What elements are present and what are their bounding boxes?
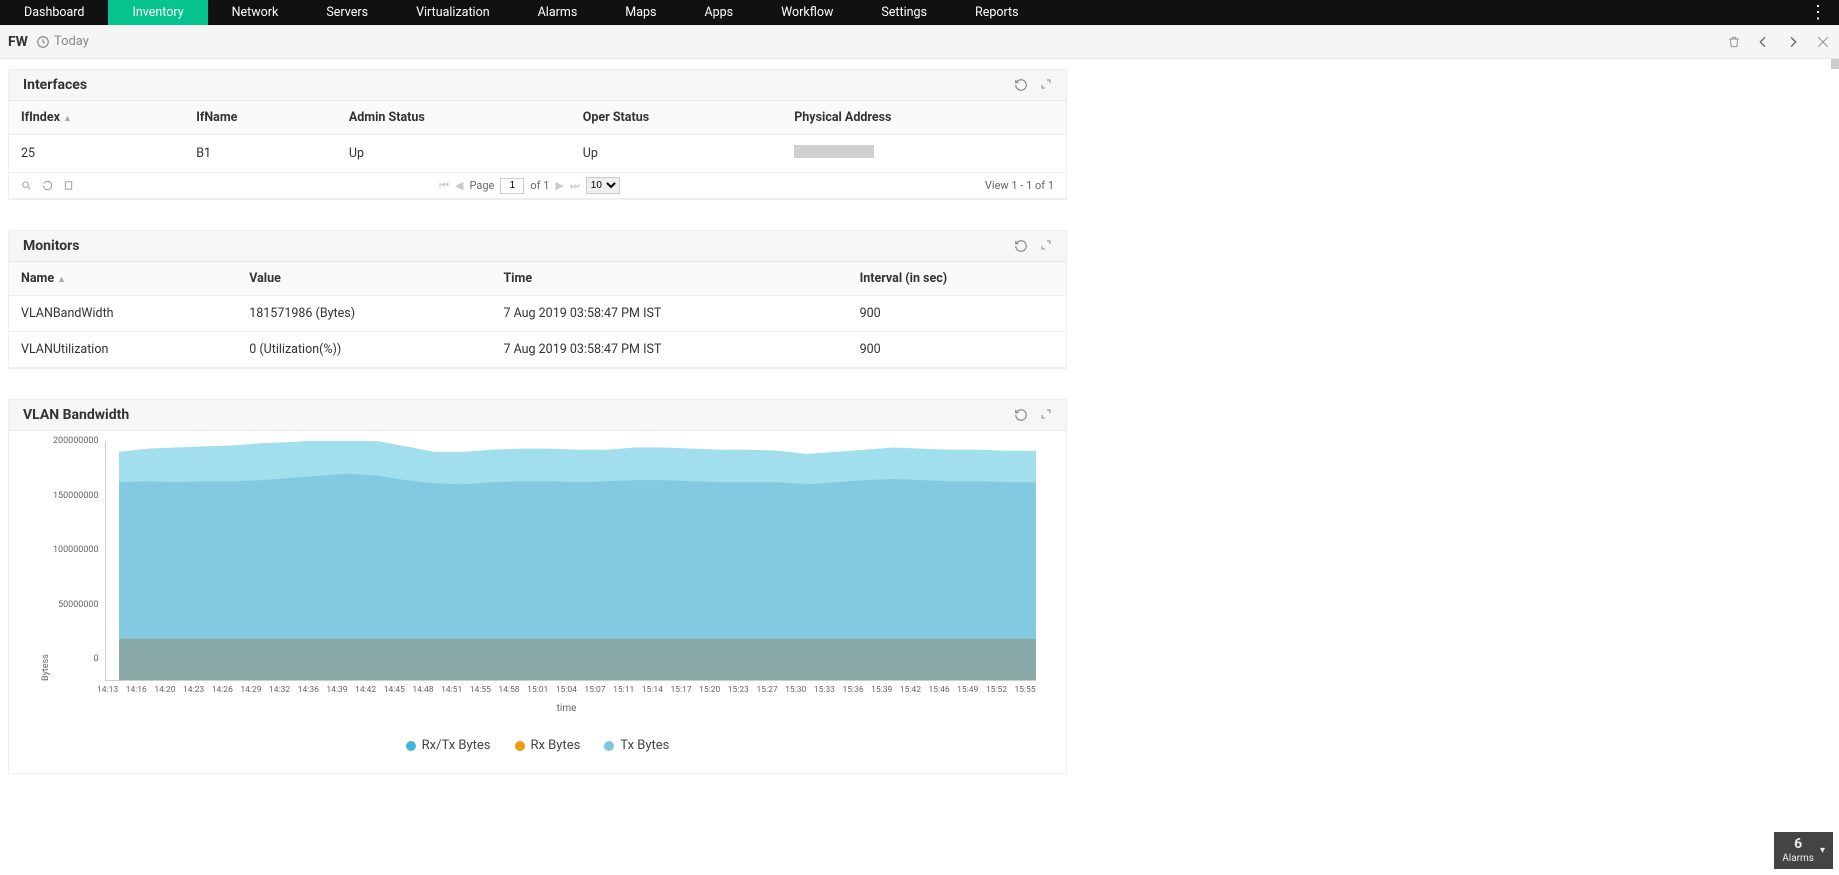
nav-item-inventory[interactable]: Inventory bbox=[108, 0, 207, 25]
nav-item-settings[interactable]: Settings bbox=[857, 0, 951, 25]
chart-legend: Rx/Tx Bytes Rx Bytes Tx Bytes bbox=[39, 738, 1036, 753]
scrollbar[interactable] bbox=[1831, 59, 1839, 69]
expand-icon[interactable] bbox=[1040, 78, 1052, 92]
chart-title: VLAN Bandwidth bbox=[23, 407, 129, 423]
monitors-table: Name▲ValueTimeInterval (in sec) VLANBand… bbox=[9, 262, 1066, 368]
pager-view-label: View 1 - 1 of 1 bbox=[985, 179, 1054, 192]
vlan-bandwidth-panel: VLAN Bandwidth Bytess 200000000150000000… bbox=[8, 399, 1067, 774]
pager-size-select[interactable]: 10 bbox=[586, 177, 620, 194]
y-axis-ticks: 200000000150000000100000000500000000 bbox=[53, 441, 105, 659]
pager-first-icon[interactable]: ⏮ bbox=[439, 179, 449, 193]
column-header[interactable]: Time bbox=[491, 262, 847, 296]
context-bar: FW Today bbox=[0, 25, 1839, 59]
previous-icon[interactable] bbox=[1755, 34, 1771, 50]
close-icon[interactable] bbox=[1815, 34, 1831, 50]
time-range-selector[interactable]: Today bbox=[36, 34, 89, 49]
column-header[interactable]: IfIndex▲ bbox=[9, 101, 184, 135]
top-nav-items: DashboardInventoryNetworkServersVirtuali… bbox=[0, 0, 1043, 25]
physical-address-redacted bbox=[794, 145, 874, 158]
interfaces-panel: Interfaces IfIndex▲IfNameAdmin StatusOpe… bbox=[8, 69, 1067, 200]
legend-tx[interactable]: Tx Bytes bbox=[604, 738, 669, 753]
x-axis-label: time bbox=[39, 703, 1036, 714]
expand-icon[interactable] bbox=[1040, 239, 1052, 253]
pager: ⏮ ◀ Page of 1 ▶ ⏭ 10 View 1 - 1 of 1 bbox=[9, 173, 1066, 199]
export-icon[interactable] bbox=[63, 180, 74, 191]
column-header[interactable]: Physical Address bbox=[782, 101, 1066, 135]
table-row[interactable]: VLANBandWidth181571986 (Bytes)7 Aug 2019… bbox=[9, 296, 1066, 332]
legend-rx[interactable]: Rx Bytes bbox=[515, 738, 581, 753]
monitors-title: Monitors bbox=[23, 238, 80, 254]
x-axis-ticks: 14:1314:1614:2014:2314:2614:2914:3214:36… bbox=[39, 681, 1036, 695]
pager-prev-icon[interactable]: ◀ bbox=[455, 179, 463, 192]
expand-icon[interactable] bbox=[1040, 408, 1052, 422]
pager-page-label: Page bbox=[470, 179, 495, 192]
top-nav: DashboardInventoryNetworkServersVirtuali… bbox=[0, 0, 1839, 25]
pager-of-label: of 1 bbox=[530, 179, 549, 192]
delete-icon[interactable] bbox=[1727, 35, 1741, 49]
interfaces-title: Interfaces bbox=[23, 77, 87, 93]
refresh-small-icon[interactable] bbox=[42, 180, 53, 191]
column-header[interactable]: Admin Status bbox=[337, 101, 571, 135]
nav-item-apps[interactable]: Apps bbox=[680, 0, 757, 25]
table-row[interactable]: 25B1UpUp bbox=[9, 135, 1066, 173]
alarms-count: 6 bbox=[1782, 836, 1814, 853]
table-row[interactable]: VLANUtilization0 (Utilization(%))7 Aug 2… bbox=[9, 332, 1066, 368]
nav-item-servers[interactable]: Servers bbox=[302, 0, 392, 25]
alarms-label: Alarms bbox=[1782, 853, 1814, 864]
time-range-label: Today bbox=[54, 34, 89, 49]
y-axis-label: Bytess bbox=[39, 441, 53, 681]
refresh-icon[interactable] bbox=[1014, 239, 1028, 253]
nav-item-reports[interactable]: Reports bbox=[951, 0, 1043, 25]
column-header[interactable]: Oper Status bbox=[571, 101, 782, 135]
search-icon[interactable] bbox=[21, 180, 32, 191]
nav-item-maps[interactable]: Maps bbox=[601, 0, 680, 25]
more-menu-icon[interactable]: ⋮ bbox=[1797, 0, 1839, 25]
legend-rx-tx[interactable]: Rx/Tx Bytes bbox=[406, 738, 491, 753]
alarms-badge[interactable]: 6 Alarms ▾ bbox=[1774, 832, 1833, 869]
column-header[interactable]: IfName bbox=[184, 101, 337, 135]
column-header[interactable]: Interval (in sec) bbox=[848, 262, 1066, 296]
nav-item-virtualization[interactable]: Virtualization bbox=[392, 0, 514, 25]
pager-last-icon[interactable]: ⏭ bbox=[570, 179, 580, 193]
nav-item-dashboard[interactable]: Dashboard bbox=[0, 0, 108, 25]
column-header[interactable]: Value bbox=[237, 262, 491, 296]
nav-item-workflow[interactable]: Workflow bbox=[757, 0, 857, 25]
monitors-panel: Monitors Name▲ValueTimeInterval (in sec)… bbox=[8, 230, 1067, 369]
nav-item-alarms[interactable]: Alarms bbox=[514, 0, 602, 25]
chevron-down-icon: ▾ bbox=[1820, 845, 1825, 857]
column-header[interactable]: Name▲ bbox=[9, 262, 237, 296]
refresh-icon[interactable] bbox=[1014, 78, 1028, 92]
next-icon[interactable] bbox=[1785, 34, 1801, 50]
pager-next-icon[interactable]: ▶ bbox=[555, 179, 563, 192]
refresh-icon[interactable] bbox=[1014, 408, 1028, 422]
pager-page-input[interactable] bbox=[500, 178, 524, 194]
page-title: FW bbox=[8, 34, 28, 50]
chart-plot[interactable] bbox=[105, 441, 1036, 681]
interfaces-table: IfIndex▲IfNameAdmin StatusOper StatusPhy… bbox=[9, 101, 1066, 173]
clock-icon bbox=[36, 35, 50, 49]
nav-item-network[interactable]: Network bbox=[208, 0, 303, 25]
